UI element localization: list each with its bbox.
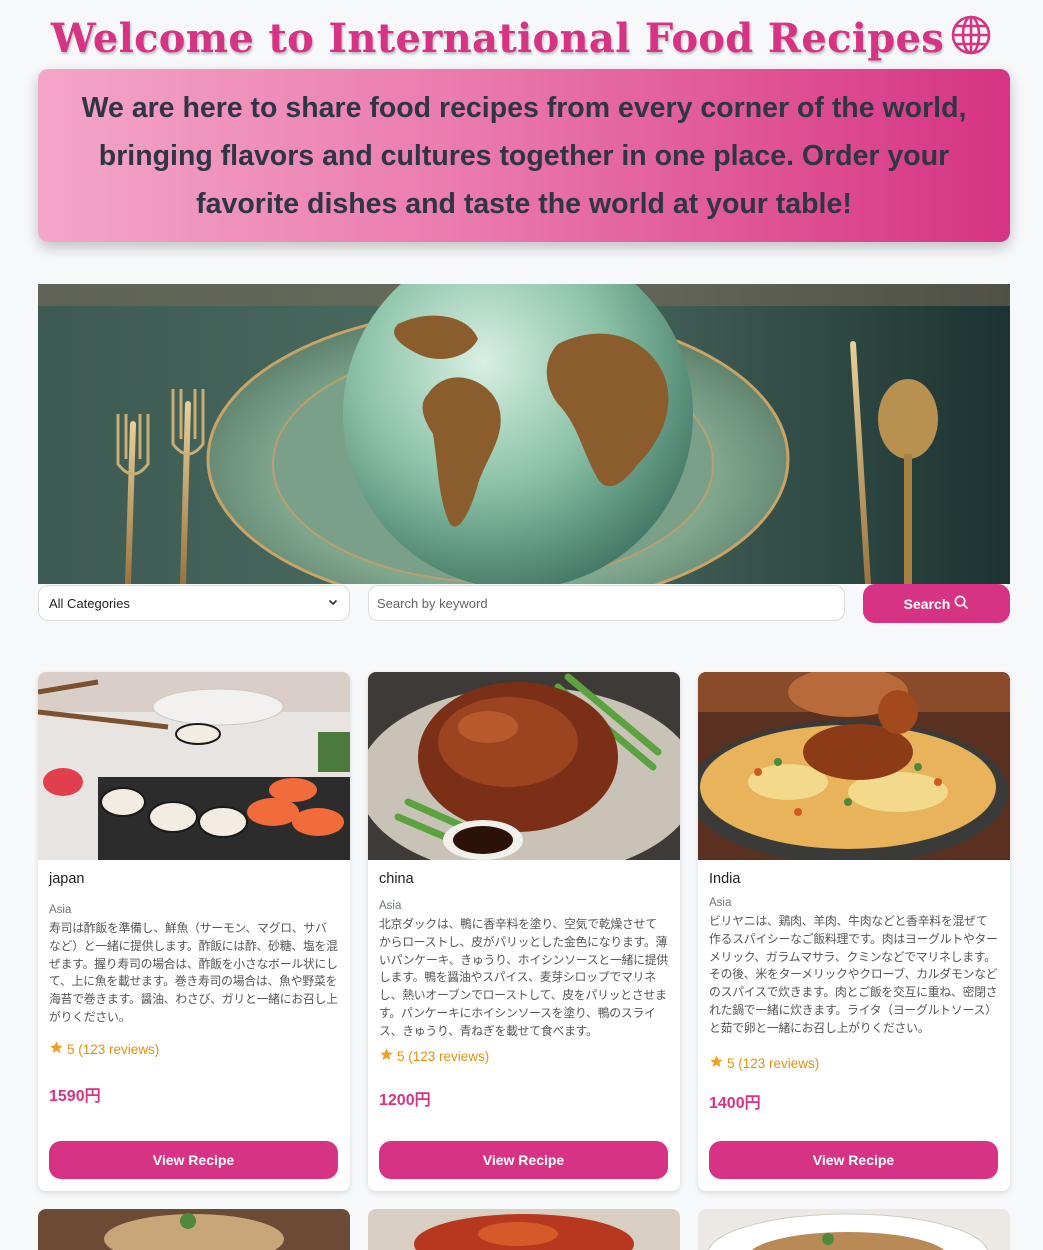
recipe-card-china: china Asia 北京ダックは、鴨に香辛料を塗り、空気で乾燥させてからロース… bbox=[368, 672, 680, 1191]
recipe-price: 1200円 bbox=[379, 1092, 431, 1109]
search-button-label: Search bbox=[903, 595, 951, 612]
globe-icon bbox=[950, 14, 992, 66]
view-recipe-button[interactable]: View Recipe bbox=[709, 1141, 998, 1179]
recipe-title: japan bbox=[49, 871, 85, 887]
recipe-description: 寿司は酢飯を準備し、鮮魚（サーモン、マグロ、サバなど）と一緒に提供します。酢飯に… bbox=[49, 921, 338, 1024]
search-icon bbox=[954, 595, 969, 613]
recipe-rating: 5 (123 reviews) bbox=[49, 1040, 159, 1058]
recipe-description: ビリヤニは、鶏肉、羊肉、牛肉などと香辛料を混ぜて作るスパイシーなご飯料理です。肉… bbox=[709, 914, 998, 1035]
recipe-rating-text: 5 (123 reviews) bbox=[397, 1048, 490, 1064]
recipe-region: Asia bbox=[49, 904, 72, 916]
recipe-card-body: japan Asia 寿司は酢飯を準備し、鮮魚（サーモン、マグロ、サバなど）と一… bbox=[49, 860, 338, 1191]
recipe-card-body: India Asia ビリヤニは、鶏肉、羊肉、牛肉などと香辛料を混ぜて作るスパイ… bbox=[709, 860, 998, 1191]
recipe-region: Asia bbox=[709, 897, 732, 909]
hero-image bbox=[38, 284, 1010, 584]
filter-bar: All Categories Search bbox=[38, 584, 1010, 624]
intro-text: We are here to share food recipes from e… bbox=[81, 91, 967, 220]
star-icon bbox=[709, 1054, 724, 1072]
recipe-rating-text: 5 (123 reviews) bbox=[727, 1055, 820, 1071]
recipe-title: India bbox=[709, 871, 741, 887]
intro-banner: We are here to share food recipes from e… bbox=[38, 69, 1010, 242]
recipe-price: 1590円 bbox=[49, 1088, 101, 1105]
view-recipe-button[interactable]: View Recipe bbox=[379, 1141, 668, 1179]
recipe-description: 北京ダックは、鴨に香辛料を塗り、空気で乾燥させてからローストし、皮がパリッとした… bbox=[379, 917, 668, 1038]
recipe-rating: 5 (123 reviews) bbox=[709, 1054, 819, 1072]
category-select[interactable]: All Categories bbox=[38, 585, 350, 621]
recipe-title: china bbox=[379, 871, 414, 887]
star-icon bbox=[379, 1047, 394, 1065]
recipe-card-peek bbox=[38, 1209, 350, 1250]
recipe-card-india: India Asia ビリヤニは、鶏肉、羊肉、牛肉などと香辛料を混ぜて作るスパイ… bbox=[698, 672, 1010, 1191]
recipe-region: Asia bbox=[379, 900, 402, 912]
recipe-image-sushi bbox=[38, 672, 350, 860]
recipe-card-peek bbox=[698, 1209, 1010, 1250]
recipe-image-peking-duck bbox=[368, 672, 680, 860]
recipe-card-peek bbox=[368, 1209, 680, 1250]
recipe-image-biryani bbox=[698, 672, 1010, 860]
chevron-down-icon bbox=[327, 596, 339, 611]
recipe-price: 1400円 bbox=[709, 1095, 761, 1112]
recipe-rating-text: 5 (123 reviews) bbox=[67, 1041, 160, 1057]
page-title: Welcome to International Food Recipes bbox=[0, 14, 1043, 66]
search-input[interactable] bbox=[368, 585, 845, 621]
recipe-rating: 5 (123 reviews) bbox=[379, 1047, 489, 1065]
recipe-card-body: china Asia 北京ダックは、鴨に香辛料を塗り、空気で乾燥させてからロース… bbox=[379, 860, 668, 1191]
recipe-card-japan: japan Asia 寿司は酢飯を準備し、鮮魚（サーモン、マグロ、サバなど）と一… bbox=[38, 672, 350, 1191]
category-select-value: All Categories bbox=[49, 595, 130, 611]
page-title-text: Welcome to International Food Recipes bbox=[50, 15, 945, 62]
star-icon bbox=[49, 1040, 64, 1058]
search-button[interactable]: Search bbox=[863, 584, 1010, 623]
view-recipe-button[interactable]: View Recipe bbox=[49, 1141, 338, 1179]
